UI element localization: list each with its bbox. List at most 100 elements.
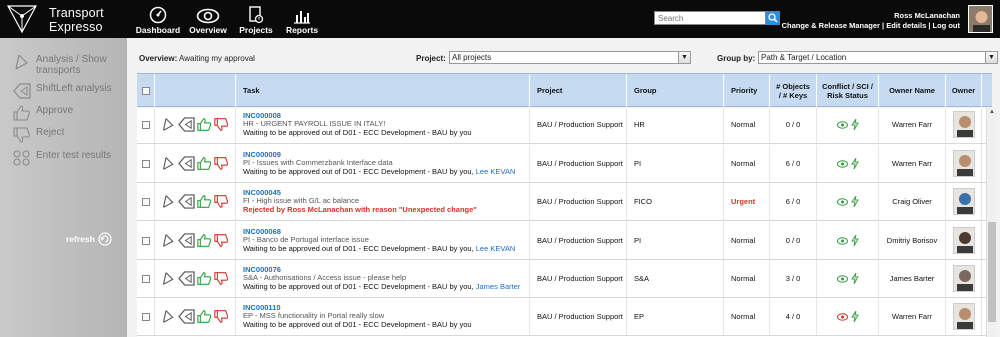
row-checkbox[interactable] [141,312,150,321]
thumbs-up-icon[interactable] [197,271,212,286]
scroll-thumb[interactable] [988,222,996,322]
eye-icon[interactable] [836,274,848,283]
shiftleft-icon[interactable] [178,194,195,209]
thumbs-up-icon[interactable] [197,233,212,248]
thumbs-up-icon[interactable] [197,309,212,324]
thumbs-down-icon [13,127,30,143]
task-extra-approver[interactable]: James Barter [476,282,521,291]
shiftleft-icon[interactable] [178,233,195,248]
header-priority[interactable]: Priority [724,74,770,107]
header-objects-line1: # Objects [776,81,810,91]
lightning-icon[interactable] [850,311,859,322]
table-row[interactable]: INC000076 S&A - Authorisations / Access … [137,260,992,298]
avatar[interactable] [952,227,975,254]
analysis-icon[interactable] [161,117,176,132]
sidebar-item-approve[interactable]: Approve [13,105,73,123]
header-task[interactable]: Task [236,74,530,107]
task-status: Rejected by Ross McLanachan with reason … [243,204,477,214]
row-checkbox[interactable] [141,159,150,168]
header-conflict[interactable]: Conflict / SCI / Risk Status [817,74,879,107]
header-owner[interactable]: Owner [946,74,982,107]
nav-projects[interactable]: Projects [230,5,282,35]
sidebar-item-test-results[interactable]: Enter test results [13,150,111,168]
avatar[interactable] [968,5,993,33]
table-row[interactable]: INC000110 EP - MSS functionality in Port… [137,298,992,336]
row-checkbox-cell [137,145,155,182]
nav-dashboard[interactable]: Dashboard [132,5,184,35]
thumbs-up-icon[interactable] [197,156,212,171]
vertical-scrollbar[interactable]: ▲ [986,108,997,337]
project-select[interactable]: All projects ▼ [449,51,691,64]
nav-reports[interactable]: Reports [276,5,328,35]
priority-value: Normal [731,274,756,283]
avatar[interactable] [952,303,975,330]
shiftleft-icon[interactable] [178,156,195,171]
table-row[interactable]: INC000045 FI - High issue with G/L ac ba… [137,183,992,221]
thumbs-down-icon[interactable] [214,156,229,171]
header-project[interactable]: Project [530,74,627,107]
task-extra-approver[interactable]: Lee KEVAN [476,244,515,253]
avatar[interactable] [952,111,975,138]
overview-label: Overview: [139,54,178,63]
thumbs-down-icon[interactable] [214,271,229,286]
lightning-icon[interactable] [850,235,859,246]
table-row[interactable]: INC000068 PI - Banco de Portugal interfa… [137,222,992,260]
analysis-icon[interactable] [161,233,176,248]
task-extra-approver[interactable]: Lee KEVAN [476,167,515,176]
sidebar-item-reject[interactable]: Reject [13,127,64,145]
scroll-up-icon[interactable]: ▲ [989,109,995,115]
eye-icon[interactable] [836,159,848,168]
shiftleft-icon[interactable] [178,309,195,324]
select-all-checkbox[interactable] [141,86,150,95]
risk-status-cell [817,222,879,259]
search-input[interactable] [654,11,766,25]
eye-icon[interactable] [836,120,848,129]
nav-overview[interactable]: Overview [182,5,234,35]
header-owner-name[interactable]: Owner Name [879,74,946,107]
analysis-icon[interactable] [161,194,176,209]
avatar[interactable] [952,265,975,292]
row-checkbox[interactable] [141,120,150,129]
thumbs-up-icon[interactable] [197,117,212,132]
thumbs-down-icon[interactable] [214,117,229,132]
row-checkbox[interactable] [141,274,150,283]
avatar[interactable] [952,188,975,215]
search-button[interactable] [766,11,780,25]
thumbs-down-icon[interactable] [214,194,229,209]
reports-icon [294,11,310,24]
header-objects[interactable]: # Objects / # Keys [770,74,817,107]
thumbs-up-icon[interactable] [197,194,212,209]
sidebar-item-analysis[interactable]: Analysis / Show transports [13,54,126,76]
groupby-select[interactable]: Path & Target / Location ▼ [758,51,998,64]
analysis-icon[interactable] [161,156,176,171]
task-cell: INC000068 PI - Banco de Portugal interfa… [236,222,530,259]
group-cell: HR [627,108,724,143]
nav-overview-label: Overview [189,25,227,35]
refresh-button[interactable]: refresh [66,232,112,246]
risk-status-cell [817,183,879,220]
analysis-icon[interactable] [161,271,176,286]
lightning-icon[interactable] [850,158,859,169]
table-row[interactable]: INC000008 HR - URGENT PAYROLL ISSUE IN I… [137,108,992,144]
eye-icon[interactable] [836,312,848,321]
lightning-icon[interactable] [850,273,859,284]
analysis-icon[interactable] [161,309,176,324]
avatar[interactable] [952,150,975,177]
shiftleft-icon[interactable] [178,271,195,286]
eye-icon[interactable] [836,197,848,206]
sidebar-item-shiftleft[interactable]: ShiftLeft analysis [13,83,112,101]
table-header: Task Project Group Priority # Objects / … [137,73,992,107]
row-checkbox[interactable] [141,236,150,245]
lightning-icon[interactable] [850,196,859,207]
header-group[interactable]: Group [627,74,724,107]
eye-icon[interactable] [836,236,848,245]
user-links[interactable]: Change & Release Manager | Edit details … [782,21,960,31]
lightning-icon[interactable] [850,119,859,130]
thumbs-down-icon[interactable] [214,309,229,324]
app-logo[interactable]: Transport Expresso [5,3,125,35]
shiftleft-icon[interactable] [178,117,195,132]
row-checkbox[interactable] [141,197,150,206]
thumbs-down-icon[interactable] [214,233,229,248]
table-row[interactable]: INC000009 PI - Issues with Commerzbank I… [137,145,992,183]
priority-value: Normal [731,159,756,168]
